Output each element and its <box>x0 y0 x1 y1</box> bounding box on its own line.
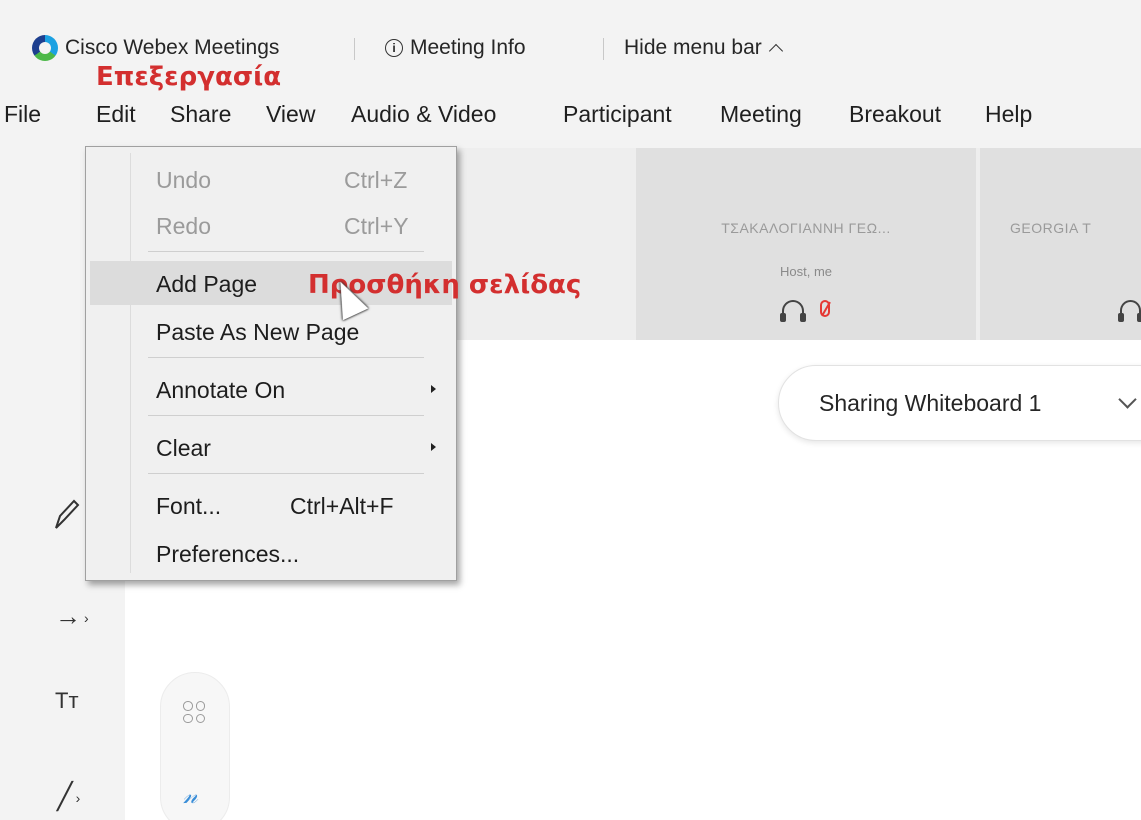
sharing-label: Sharing Whiteboard 1 <box>819 390 1042 416</box>
line-tool[interactable]: ╱ › <box>57 783 80 809</box>
participant-status <box>980 300 1141 322</box>
submenu-arrow-icon <box>431 385 436 393</box>
menu-view[interactable]: View <box>266 96 315 132</box>
menu-item-shortcut: Ctrl+Y <box>344 213 409 239</box>
menu-item-label: Redo <box>156 213 211 239</box>
menu-separator <box>148 357 424 358</box>
menu-share[interactable]: Share <box>170 96 231 132</box>
chevron-up-icon <box>768 43 783 59</box>
headset-icon <box>1118 300 1141 322</box>
menu-item-undo[interactable]: Undo Ctrl+Z <box>90 157 452 201</box>
chevron-right-icon: › <box>75 790 81 807</box>
menu-meeting[interactable]: Meeting <box>720 96 802 132</box>
meeting-info-button[interactable]: i Meeting Info <box>385 33 526 63</box>
chevron-right-icon: › <box>84 610 89 627</box>
menu-item-label: Clear <box>156 435 211 461</box>
menu-bar: File Edit Share View Audio & Video Parti… <box>0 96 1141 132</box>
edit-dropdown-menu: Undo Ctrl+Z Redo Ctrl+Y Add Page Paste A… <box>85 146 457 581</box>
app-title: Cisco Webex Meetings <box>32 33 279 63</box>
scribble-icon[interactable]: 𝓃 <box>183 781 198 809</box>
line-icon: ╱ <box>57 781 73 811</box>
menu-item-annotate-on[interactable]: Annotate On <box>90 367 452 411</box>
participant-tile[interactable]: ΤΣΑΚΑΛΟΓΙΑΝΝΗ ΓΕΩ... Host, me <box>636 148 976 340</box>
menu-separator <box>148 251 424 252</box>
sharing-selector[interactable]: Sharing Whiteboard 1 <box>778 365 1141 441</box>
participant-name: GEORGIA T <box>1010 220 1092 236</box>
mic-muted-icon <box>820 300 830 317</box>
menu-item-redo[interactable]: Redo Ctrl+Y <box>90 203 452 247</box>
menu-item-label: Preferences... <box>156 541 300 567</box>
whiteboard-mini-toolbar: 𝓃 <box>160 672 230 820</box>
menu-item-label: Add Page <box>156 271 258 297</box>
pen-tool-icon[interactable] <box>52 498 80 536</box>
divider <box>354 38 355 60</box>
menu-item-label: Font... <box>156 493 222 519</box>
meeting-info-label: Meeting Info <box>410 36 526 59</box>
menu-item-font[interactable]: Font... Ctrl+Alt+F <box>90 483 452 527</box>
arrow-right-icon: → <box>55 601 81 631</box>
menu-breakout[interactable]: Breakout <box>849 96 941 132</box>
webex-logo-icon <box>32 35 58 61</box>
chevron-down-icon <box>1118 390 1137 409</box>
menu-item-shortcut: Ctrl+Z <box>344 167 408 193</box>
divider <box>603 38 604 60</box>
menu-help[interactable]: Help <box>985 96 1032 132</box>
hide-menu-bar-button[interactable]: Hide menu bar <box>624 33 783 63</box>
menu-audio-video[interactable]: Audio & Video <box>351 96 496 132</box>
menu-file[interactable]: File <box>4 96 41 132</box>
participant-role: Host, me <box>779 264 832 279</box>
menu-item-label: Annotate On <box>156 377 286 403</box>
app-name: Cisco Webex Meetings <box>65 36 280 59</box>
menu-item-preferences[interactable]: Preferences... <box>90 531 452 575</box>
menu-item-shortcut: Ctrl+Alt+F <box>290 493 394 519</box>
menu-edit[interactable]: Edit <box>96 96 136 132</box>
participant-tile[interactable]: GEORGIA T <box>980 148 1141 340</box>
text-tool[interactable]: Tт <box>55 690 79 712</box>
menu-participant[interactable]: Participant <box>563 96 672 132</box>
info-icon: i <box>385 39 403 57</box>
edit-translation-annotation: Επεξεργασία <box>96 62 282 92</box>
submenu-arrow-icon <box>431 443 436 451</box>
menu-item-label: Undo <box>156 167 211 193</box>
menu-item-clear[interactable]: Clear <box>90 425 452 469</box>
menu-separator <box>148 473 424 474</box>
menu-separator <box>148 415 424 416</box>
grid-icon[interactable] <box>183 701 205 723</box>
participant-name: ΤΣΑΚΑΛΟΓΙΑΝΝΗ ΓΕΩ... <box>721 220 891 236</box>
participant-status <box>636 300 976 322</box>
menu-item-paste-as-new-page[interactable]: Paste As New Page <box>90 309 452 353</box>
headset-icon <box>780 300 806 322</box>
menu-item-label: Paste As New Page <box>156 319 360 345</box>
arrow-tool[interactable]: → › <box>55 603 89 629</box>
hide-menu-label: Hide menu bar <box>624 36 762 59</box>
